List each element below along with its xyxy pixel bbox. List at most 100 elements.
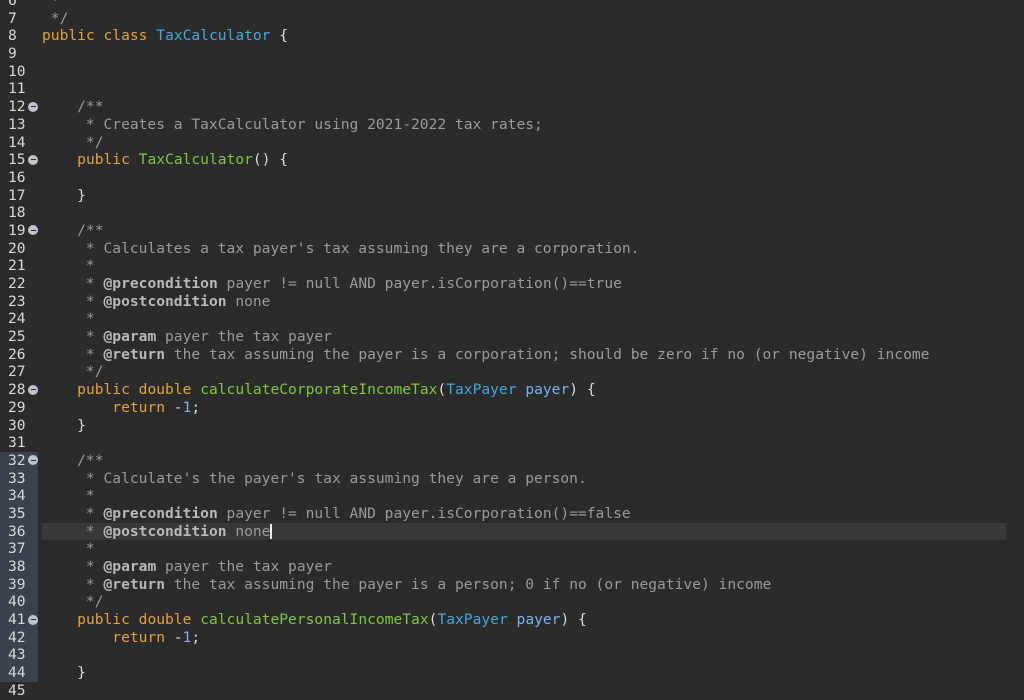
code-text[interactable]: } [42,664,1024,682]
code-line[interactable]: 40 */ [0,593,1024,612]
code-line[interactable]: 32 /** [0,451,1024,470]
code-line[interactable]: 12 /** [0,98,1024,116]
code-line[interactable]: 41 public double calculatePersonalIncome… [0,611,1024,629]
code-line[interactable]: 19 /** [0,222,1024,240]
code-text[interactable]: * [42,487,1024,505]
line-gutter: 44 [0,664,38,682]
code-token: payer != null AND payer.isCorporation()=… [217,275,622,292]
code-line[interactable]: 31 [0,434,1024,452]
code-line[interactable]: 17 } [0,187,1024,205]
code-text[interactable]: return -1; [42,629,1024,647]
code-token: * [42,0,60,9]
code-text[interactable]: } [42,187,1024,205]
fold-collapse-icon[interactable] [28,101,38,112]
code-text[interactable]: /** [42,452,1024,470]
code-line[interactable]: 9 [0,45,1024,63]
code-text[interactable]: * [42,310,1024,328]
code-line[interactable]: 8 public class TaxCalculator { [0,27,1024,45]
code-line[interactable]: 34 * [0,487,1024,505]
line-number: 44 [8,664,26,682]
code-line[interactable]: 7 */ [0,10,1024,28]
code-line[interactable]: 14 */ [0,134,1024,152]
code-text[interactable] [42,80,1024,98]
code-line[interactable]: 22 * @precondition payer != null AND pay… [0,275,1024,293]
code-text[interactable] [42,682,1024,700]
code-text[interactable] [42,63,1024,81]
code-editor[interactable]: 6 * 7 */8 public class TaxCalculator {9 10 1… [0,0,1024,700]
code-text[interactable]: * @return the tax assuming the payer is … [42,346,1024,364]
code-line[interactable]: 42 return -1; [0,628,1024,647]
fold-collapse-icon[interactable] [28,154,38,165]
code-line[interactable]: 35 * @precondition payer != null AND pay… [0,504,1024,523]
code-line[interactable]: 10 [0,63,1024,81]
code-text[interactable]: * [42,257,1024,275]
fold-collapse-icon[interactable] [28,225,38,236]
code-text[interactable]: * Creates a TaxCalculator using 2021-202… [42,116,1024,134]
code-line[interactable]: 27 */ [0,363,1024,381]
code-line[interactable]: 11 [0,80,1024,98]
line-number: 19 [8,221,26,239]
code-line[interactable]: 38 * @param payer the tax payer [0,558,1024,576]
code-text[interactable]: public double calculateCorporateIncomeTa… [42,381,1024,399]
fold-collapse-icon[interactable] [28,614,38,625]
code-text[interactable]: /** [42,98,1024,116]
code-text[interactable]: * @param payer the tax payer [42,328,1024,346]
code-text[interactable]: */ [42,10,1024,28]
code-line[interactable]: 16 [0,169,1024,187]
fold-collapse-icon[interactable] [28,384,38,395]
code-token: * [42,292,104,310]
line-gutter: 39 [0,575,38,594]
code-line[interactable]: 15 public TaxCalculator() { [0,151,1024,169]
code-line[interactable]: 6 * [0,0,1024,10]
code-line[interactable]: 33 * Calculate's the payer's tax assumin… [0,469,1024,488]
code-line[interactable]: 30 } [0,417,1024,435]
line-gutter: 8 [0,27,38,45]
code-text[interactable]: */ [42,134,1024,152]
code-text[interactable]: * [42,0,1024,10]
code-text[interactable]: * @return the tax assuming the payer is … [42,576,1024,594]
line-number: 11 [8,80,26,98]
code-text[interactable]: /** [42,222,1024,240]
code-text[interactable]: * @postcondition none [42,293,1024,311]
code-text[interactable]: */ [42,593,1024,611]
code-text[interactable] [42,204,1024,222]
code-token: @precondition [103,275,218,292]
code-line[interactable]: 37 * [0,540,1024,558]
code-text[interactable]: return -1; [42,399,1024,417]
code-text[interactable] [42,169,1024,187]
code-line[interactable]: 18 [0,204,1024,222]
code-line[interactable]: 20 * Calculates a tax payer's tax assumi… [0,240,1024,258]
code-line[interactable]: 36 * @postcondition none [0,522,1024,541]
code-line[interactable]: 23 * @postcondition none [0,293,1024,311]
code-line[interactable]: 25 * @param payer the tax payer [0,328,1024,346]
code-text[interactable]: * [42,540,1024,558]
code-line[interactable]: 44 } [0,664,1024,682]
code-text[interactable]: * @postcondition none [42,522,1006,541]
code-line[interactable]: 24 * [0,310,1024,328]
code-text[interactable] [42,45,1024,63]
code-text[interactable]: * Calculate's the payer's tax assuming t… [42,470,1024,488]
code-text[interactable]: * @precondition payer != null AND payer.… [42,505,1024,523]
code-line[interactable]: 45 [0,682,1024,700]
code-text[interactable] [42,646,1024,664]
line-number: 20 [8,239,26,257]
code-text[interactable]: } [42,417,1024,435]
code-line[interactable]: 43 [0,646,1024,665]
code-line[interactable]: 26 * @return the tax assuming the payer … [0,346,1024,364]
code-text[interactable] [42,434,1024,452]
code-line[interactable]: 28 public double calculateCorporateIncom… [0,381,1024,399]
code-line[interactable]: 13 * Creates a TaxCalculator using 2021-… [0,116,1024,134]
code-text[interactable]: * @precondition payer != null AND payer.… [42,275,1024,293]
code-text[interactable]: */ [42,363,1024,381]
code-line[interactable]: 21 * [0,257,1024,275]
code-text[interactable]: * @param payer the tax payer [42,558,1024,576]
code-text[interactable]: public class TaxCalculator { [42,27,1024,45]
code-text[interactable]: public double calculatePersonalIncomeTax… [42,611,1024,629]
code-line[interactable]: 39 * @return the tax assuming the payer … [0,575,1024,594]
code-text[interactable]: public TaxCalculator() { [42,151,1024,169]
code-text[interactable]: * Calculates a tax payer's tax assuming … [42,240,1024,258]
code-line[interactable]: 29 return -1; [0,399,1024,417]
fold-collapse-icon[interactable] [28,455,38,466]
